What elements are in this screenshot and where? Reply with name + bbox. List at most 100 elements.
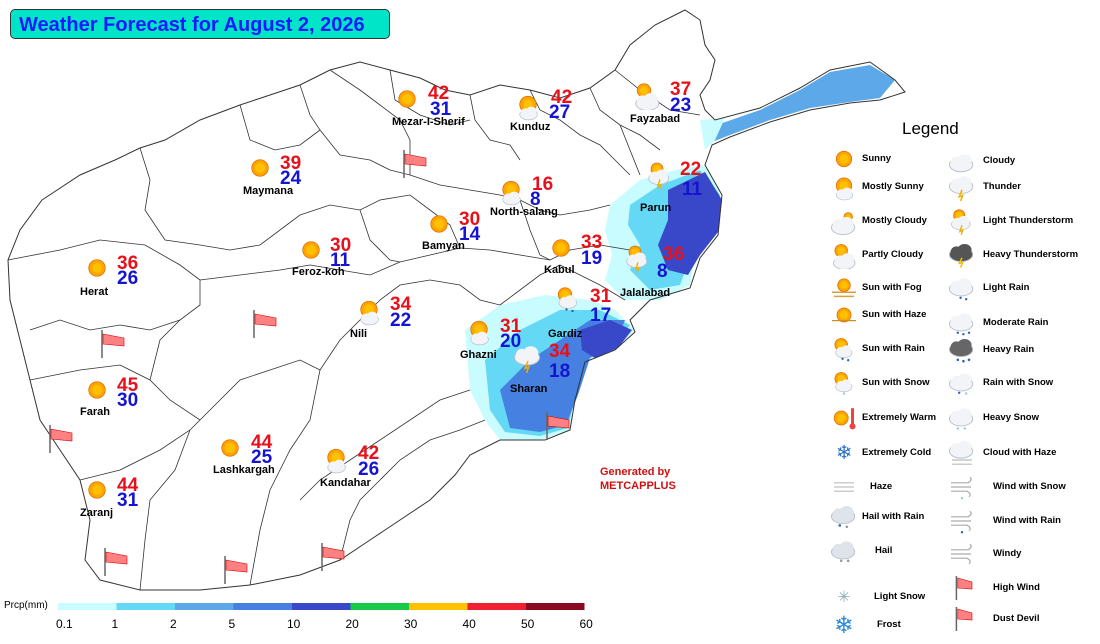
legend-item-label: Light Snow [874,591,926,602]
city-name: Parun [640,202,672,214]
high-wind-icon [948,574,976,607]
city-high-temp: 22 [680,159,702,180]
sunny-icon [215,433,245,468]
thunder-icon [513,343,543,378]
sunny-icon [245,153,275,188]
legend-item-label: Light Rain [983,282,1030,293]
windy-icon [948,540,976,573]
legend-item-label: Heavy Thunderstorm [983,249,1079,260]
legend-item-label: Frost [877,619,901,630]
city-low-temp: 11 [682,179,703,200]
precip-color-segment [233,603,292,610]
city-name: Sharan [510,383,548,395]
partly-cloudy-icon [830,241,858,274]
legend-item-label: Sun with Fog [862,282,922,293]
legend-item-label: Cloud with Haze [983,447,1057,458]
sun-with-rain-icon [553,284,583,319]
svg-text:✳: ✳ [838,588,851,606]
mostly-sunny-icon [464,316,494,351]
sunny-icon [82,475,112,510]
precip-color-segment [350,603,409,610]
legend-item-label: Wind with Snow [993,481,1066,492]
light-thunderstorm-icon [645,160,675,195]
sunny-icon [546,233,576,268]
city-low-temp: 27 [549,102,571,123]
mostly-sunny-icon [321,444,351,479]
city-name: Kandahar [320,477,371,489]
city-name: Herat [80,286,109,298]
mostly-cloudy-icon [830,207,858,240]
city-name: North-salang [490,206,558,218]
legend-item-label: Sun with Rain [862,343,925,354]
heavy-rain-icon [948,336,976,369]
legend-item-label: Dust Devil [993,613,1040,624]
precip-color-segment [58,603,117,610]
precip-color-segment [526,603,585,610]
credit-line1: Generated by [600,466,671,478]
city-name: Feroz-koh [292,266,345,278]
city-name: Zaranj [80,507,114,519]
precip-color-segment [292,603,351,610]
sunny-icon [392,84,422,119]
legend-item-label: Haze [870,481,893,492]
city-name: Kunduz [510,121,551,133]
hail-with-rain-icon [830,503,858,536]
sun-with-haze-icon [830,301,858,334]
precip-tick-label: 0.1 [56,617,73,631]
wind-with-snow-icon [948,473,976,506]
city-low-temp: 30 [117,390,139,411]
mostly-sunny-icon [354,296,384,331]
legend-item-label: High Wind [993,582,1040,593]
precip-tick-label: 30 [404,617,418,631]
precip-tick-label: 5 [228,617,236,631]
legend-item-label: Light Thunderstorm [983,215,1074,226]
legend-item-label: Sunny [862,153,892,164]
precip-scale-label: Prcp(mm) [4,600,48,611]
legend-item-label: Hail [875,545,893,556]
city-name: Mezar-I-Sherif [392,116,465,128]
city-high-temp: 34 [549,341,571,362]
light-rain-icon [948,274,976,307]
wind-with-rain-icon [948,507,976,540]
legend-item-label: Partly Cloudy [862,249,924,260]
legend-item-label: Wind with Rain [993,515,1061,526]
city-low-temp: 17 [590,305,612,326]
legend-item-label: Extremely Cold [862,447,932,458]
sunny-icon [82,375,112,410]
legend-item-label: Extremely Warm [862,412,937,423]
sunny-icon [82,253,112,288]
city-name: Gardiz [548,328,583,340]
legend-item-label: Heavy Snow [983,412,1039,423]
rain-with-snow-icon [948,369,976,402]
sunny-icon [424,209,454,244]
precip-color-segment [467,603,526,610]
legend-item-label: Sun with Snow [862,377,930,388]
legend-item-label: Windy [993,548,1022,559]
heavy-snow-icon [948,404,976,437]
city-low-temp: 22 [390,310,412,331]
frost-icon: ❄ [830,611,858,644]
city-name: Bamyan [422,240,465,252]
precip-tick-label: 40 [462,617,476,631]
svg-text:❄: ❄ [836,441,852,464]
legend-item-label: Thunder [983,181,1021,192]
legend-item-label: Mostly Cloudy [862,215,927,226]
heavy-thunderstorm-icon [948,241,976,274]
credit: Generated by METCAPPLUS [600,465,676,493]
city-name: Nili [350,328,368,340]
country-border [7,9,906,591]
sun-with-snow-icon [830,369,858,402]
precip-tick-label: 1 [111,617,119,631]
thunder-icon [948,173,976,206]
precip-area-wakhan [708,65,895,142]
page-title: Weather Forecast for August 2, 2026 [10,9,390,39]
city-name: Jalalabad [620,287,671,299]
sun-with-rain-icon [830,335,858,368]
precip-color-segment [116,603,175,610]
precip-color-bar [58,603,585,610]
legend-item-label: Moderate Rain [983,317,1049,328]
city-name: Farah [80,406,110,418]
city-name: Ghazni [460,349,497,361]
legend-item-label: Heavy Rain [983,344,1035,355]
city-low-temp: 26 [117,268,139,289]
